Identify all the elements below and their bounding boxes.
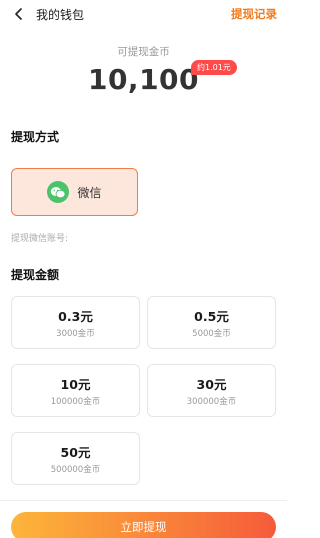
amount-option-30[interactable]: 30元 300000金币: [147, 364, 276, 417]
balance-amount: 10,100: [87, 63, 200, 96]
header-bar: 我的钱包 提现记录: [0, 0, 287, 28]
amount-coins: 500000金币: [50, 465, 101, 475]
wechat-account-hint: 提现微信账号:: [11, 234, 69, 244]
amount-option-10[interactable]: 10元 100000金币: [11, 364, 140, 417]
amount-option-50[interactable]: 50元 500000金币: [11, 432, 140, 485]
withdraw-now-button[interactable]: 立即提现: [11, 512, 276, 538]
amount-option-0.3[interactable]: 0.3元 3000金币: [11, 296, 140, 349]
amount-value: 10元: [60, 377, 91, 392]
amount-option-0.5[interactable]: 0.5元 5000金币: [147, 296, 276, 349]
balance-caption: 可提现金币: [117, 46, 170, 58]
amount-coins: 300000金币: [186, 397, 237, 407]
wechat-method-option[interactable]: 微信: [11, 168, 138, 216]
withdraw-amount-title: 提现金额: [11, 268, 60, 282]
chevron-left-icon: [15, 8, 22, 20]
amount-coins: 5000金币: [192, 329, 231, 339]
amount-value: 0.3元: [58, 309, 93, 324]
amount-value: 30元: [196, 377, 227, 392]
withdraw-now-label: 立即提现: [120, 520, 167, 534]
withdraw-history-link[interactable]: 提现记录: [231, 6, 277, 22]
back-button[interactable]: [10, 5, 28, 23]
amount-value: 0.5元: [194, 309, 229, 324]
amount-value: 50元: [60, 445, 91, 460]
approx-value-badge: 约1.01元: [191, 60, 237, 75]
wechat-method-label: 微信: [77, 185, 102, 200]
page-title: 我的钱包: [36, 8, 85, 22]
amount-coins: 3000金币: [56, 329, 95, 339]
amount-coins: 100000金币: [50, 397, 101, 407]
withdraw-method-title: 提现方式: [11, 130, 60, 144]
wechat-icon: [47, 181, 70, 203]
